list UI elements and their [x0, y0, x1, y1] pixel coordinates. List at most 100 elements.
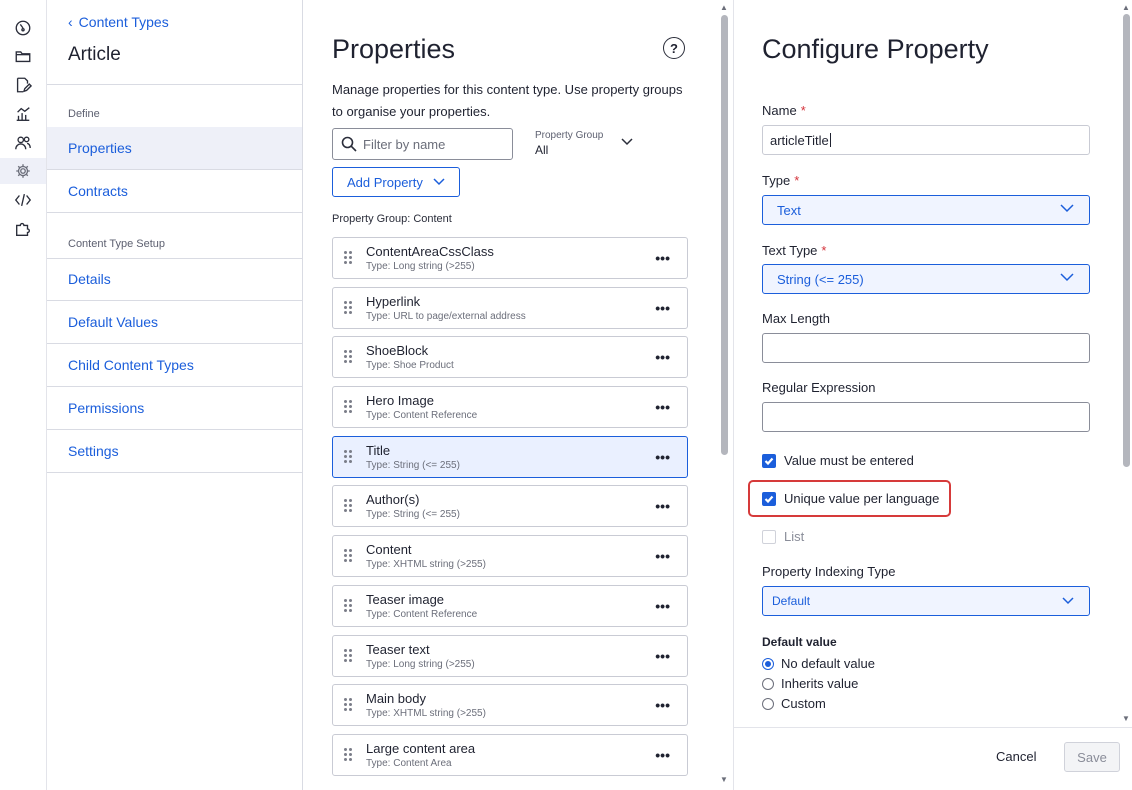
save-button[interactable]: Save — [1064, 742, 1120, 772]
more-options-icon[interactable]: ••• — [655, 498, 670, 514]
more-options-icon[interactable]: ••• — [655, 250, 670, 266]
type-label: Type * — [762, 173, 800, 188]
properties-panel: Properties ? Manage properties for this … — [303, 0, 733, 790]
drag-handle-icon[interactable] — [344, 350, 354, 364]
more-options-icon[interactable]: ••• — [655, 349, 670, 365]
radio-custom[interactable]: Custom — [762, 696, 826, 711]
settings-icon[interactable] — [0, 158, 46, 184]
property-card[interactable]: Author(s) Type: String (<= 255) ••• — [332, 485, 688, 528]
type-value: Text — [777, 202, 801, 218]
users-icon[interactable] — [10, 130, 36, 156]
max-length-field[interactable] — [762, 333, 1090, 363]
drag-handle-icon[interactable] — [344, 648, 354, 663]
unique-per-language-label: Unique value per language — [784, 491, 940, 506]
scroll-down-icon[interactable]: ▼ — [1122, 714, 1130, 723]
chevron-down-icon — [1060, 204, 1074, 213]
more-options-icon[interactable]: ••• — [655, 300, 670, 316]
value-required-label: Value must be entered — [784, 453, 914, 468]
back-to-content-types-link[interactable]: ‹ Content Types — [68, 14, 169, 30]
drag-handle-icon[interactable] — [344, 499, 354, 513]
properties-scrollbar[interactable]: ▲ ▼ — [720, 0, 728, 790]
scroll-up-icon[interactable]: ▲ — [720, 3, 728, 12]
drag-handle-icon[interactable] — [344, 300, 354, 315]
checkbox-checked-icon — [762, 453, 776, 468]
content-type-title: Article — [68, 44, 121, 65]
drag-handle-icon[interactable] — [344, 251, 354, 265]
property-card[interactable]: Title Type: String (<= 255) ••• — [332, 435, 688, 478]
drag-handle-icon[interactable] — [344, 747, 354, 762]
property-name: Content — [366, 542, 412, 558]
edit-icon[interactable] — [10, 72, 36, 98]
property-card[interactable]: Teaser text Type: Long string (>255) ••• — [332, 634, 688, 677]
more-options-icon[interactable]: ••• — [655, 747, 670, 763]
nav-item-child-content-types[interactable]: Child Content Types — [47, 344, 302, 387]
property-type: Type: XHTML string (>255) — [366, 708, 486, 720]
radio-inherits-value[interactable]: Inherits value — [762, 676, 858, 691]
drag-handle-icon[interactable] — [344, 449, 354, 464]
nav-item-properties[interactable]: Properties — [47, 127, 302, 170]
unique-per-language-checkbox[interactable]: Unique value per language — [762, 491, 939, 506]
property-card[interactable]: ContentAreaCssClass Type: Long string (>2… — [332, 237, 688, 279]
indexing-type-select[interactable]: Default — [762, 586, 1090, 616]
text-type-select[interactable]: String (<= 255) — [762, 264, 1090, 294]
type-select[interactable]: Text — [762, 195, 1090, 225]
properties-title: Properties — [332, 34, 456, 64]
scroll-down-icon[interactable]: ▼ — [720, 775, 728, 784]
more-options-icon[interactable]: ••• — [655, 598, 670, 614]
nav-item-permissions[interactable]: Permissions — [47, 387, 302, 430]
property-card[interactable]: Teaser image Type: Content Reference ••• — [332, 584, 688, 627]
property-name: Author(s) — [366, 492, 420, 508]
dashboard-icon[interactable] — [10, 15, 36, 41]
drag-handle-icon[interactable] — [344, 400, 354, 414]
name-value: articleTitle — [770, 132, 829, 148]
divider — [47, 84, 302, 85]
configure-property-panel: Configure Property Name * articleTitle Ty… — [733, 0, 1132, 790]
list-label: List — [784, 529, 805, 544]
define-heading: Define — [68, 108, 100, 120]
add-property-button[interactable]: Add Property — [332, 167, 460, 197]
chevron-down-icon — [1062, 597, 1074, 605]
help-icon[interactable]: ? — [663, 37, 685, 59]
name-field[interactable]: articleTitle — [762, 125, 1090, 155]
property-name: Hero Image — [366, 393, 434, 409]
property-card[interactable]: Main body Type: XHTML string (>255) ••• — [332, 684, 688, 727]
property-card[interactable]: Hero Image Type: Content Reference ••• — [332, 386, 688, 429]
scrollbar-thumb[interactable] — [721, 15, 728, 455]
nav-item-details[interactable]: Details — [47, 258, 302, 301]
code-icon[interactable] — [10, 187, 36, 213]
regex-field[interactable] — [762, 402, 1090, 432]
analytics-icon[interactable] — [10, 101, 36, 127]
nav-item-contracts[interactable]: Contracts — [47, 170, 302, 213]
puzzle-icon[interactable] — [10, 216, 36, 242]
more-options-icon[interactable]: ••• — [655, 648, 670, 664]
property-group-value: All — [535, 143, 549, 157]
more-options-icon[interactable]: ••• — [655, 449, 670, 465]
property-card[interactable]: ShoeBlock Type: Shoe Product ••• — [332, 336, 688, 379]
drag-handle-icon[interactable] — [344, 598, 354, 613]
configure-scrollbar[interactable]: ▲ ▼ — [1122, 0, 1130, 727]
property-name: ShoeBlock — [366, 343, 429, 359]
nav-item-default-values[interactable]: Default Values — [47, 301, 302, 344]
configure-property-title: Configure Property — [762, 34, 989, 64]
filter-input[interactable] — [363, 136, 503, 152]
drag-handle-icon[interactable] — [344, 549, 354, 563]
property-card[interactable]: Large content area Type: Content Area ••• — [332, 733, 688, 776]
property-card[interactable]: Content Type: XHTML string (>255) ••• — [332, 535, 688, 578]
radio-label: Custom — [781, 696, 826, 711]
scroll-up-icon[interactable]: ▲ — [1122, 3, 1130, 12]
more-options-icon[interactable]: ••• — [655, 548, 670, 564]
more-options-icon[interactable]: ••• — [655, 697, 670, 713]
scrollbar-thumb[interactable] — [1123, 14, 1130, 467]
nav-item-settings[interactable]: Settings — [47, 430, 302, 473]
radio-no-default-value[interactable]: No default value — [762, 656, 875, 671]
cancel-button[interactable]: Cancel — [996, 749, 1036, 764]
folder-icon[interactable] — [10, 43, 36, 69]
value-required-checkbox[interactable]: Value must be entered — [762, 453, 914, 468]
property-group-heading: Property Group: Content — [332, 213, 452, 225]
property-group-select[interactable]: Property Group All — [535, 130, 633, 160]
drag-handle-icon[interactable] — [344, 698, 354, 712]
list-checkbox[interactable]: List — [762, 529, 804, 544]
property-type: Type: URL to page/external address — [366, 310, 526, 322]
property-card[interactable]: Hyperlink Type: URL to page/external addr… — [332, 286, 688, 329]
more-options-icon[interactable]: ••• — [655, 399, 670, 415]
